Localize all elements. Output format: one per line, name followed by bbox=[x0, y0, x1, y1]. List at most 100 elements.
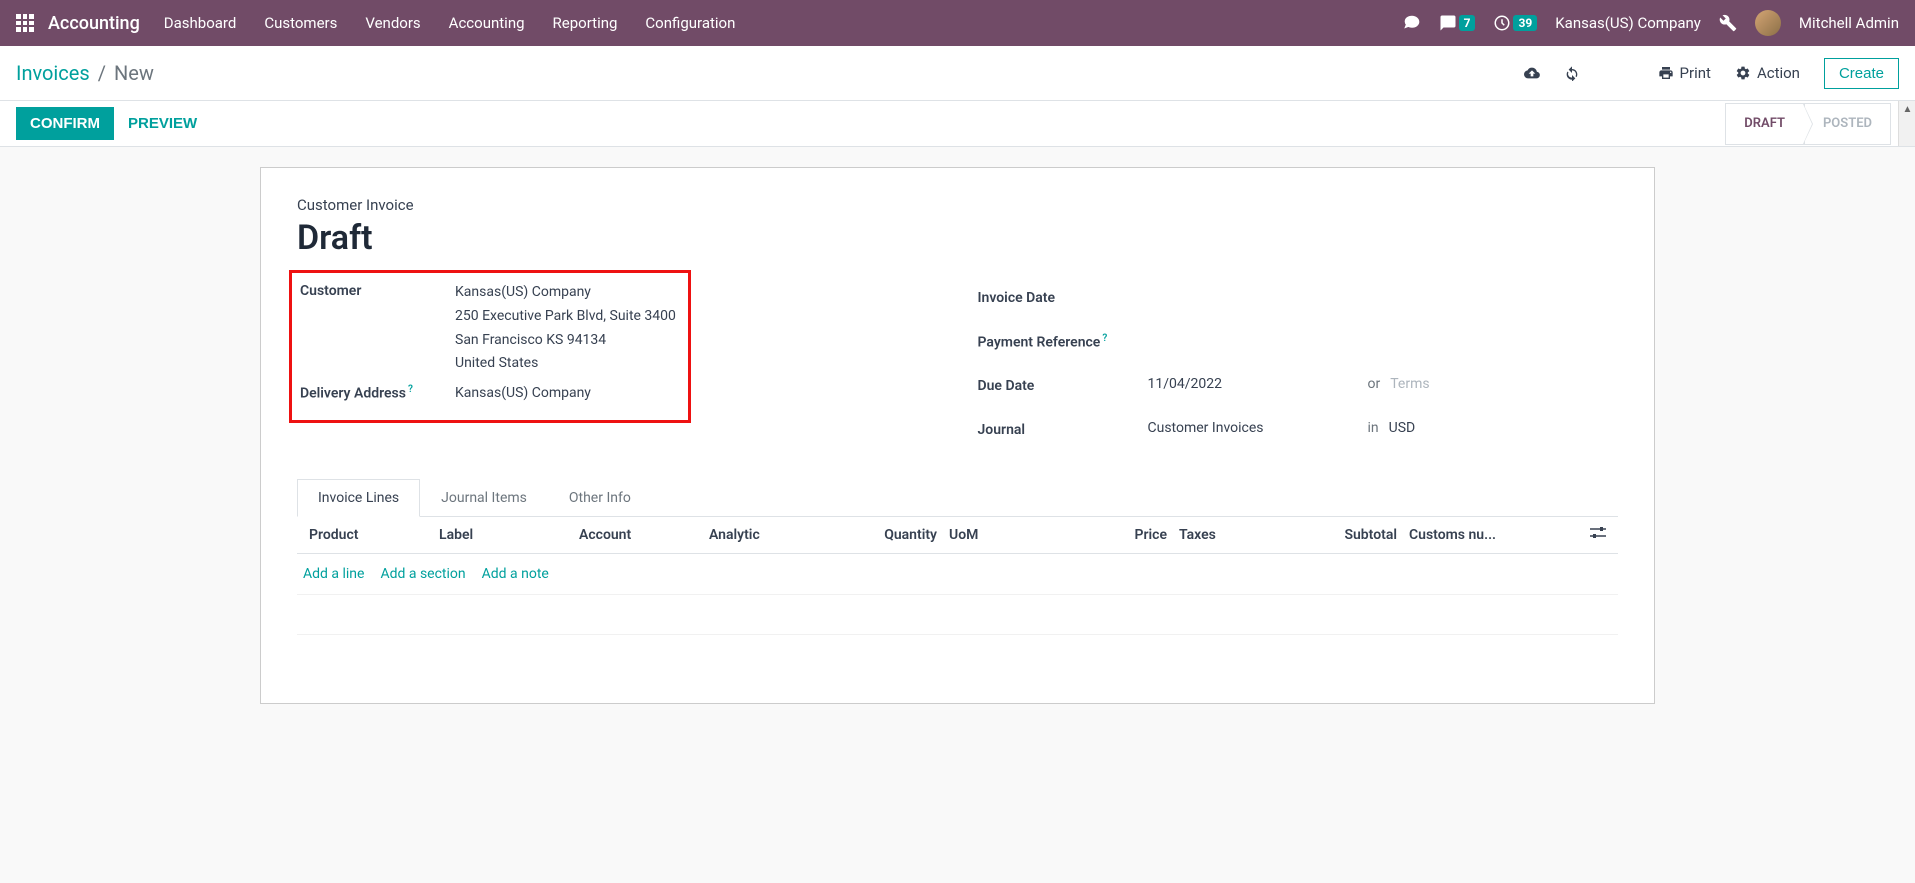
scrollbar[interactable]: ▲ bbox=[1898, 101, 1915, 146]
customer-value[interactable]: Kansas(US) Company 250 Executive Park Bl… bbox=[455, 281, 680, 376]
debug-icon[interactable] bbox=[1719, 14, 1737, 32]
tabs: Invoice Lines Journal Items Other Info bbox=[297, 478, 1618, 517]
col-uom[interactable]: UoM bbox=[943, 527, 1103, 543]
customer-addr1: 250 Executive Park Blvd, Suite 3400 bbox=[455, 305, 680, 329]
table-action-row: Add a line Add a section Add a note bbox=[297, 554, 1618, 595]
in-text: in bbox=[1368, 417, 1379, 441]
payment-ref-label: Payment Reference? bbox=[978, 331, 1148, 351]
top-navbar: Accounting Dashboard Customers Vendors A… bbox=[0, 0, 1915, 46]
tab-journal-items[interactable]: Journal Items bbox=[420, 479, 548, 517]
confirm-button[interactable]: CONFIRM bbox=[16, 107, 114, 140]
due-date-field: Due Date 11/04/2022 or Terms bbox=[978, 366, 1619, 404]
discard-button[interactable] bbox=[1564, 65, 1580, 81]
nav-item-dashboard[interactable]: Dashboard bbox=[164, 14, 237, 32]
scroll-up-icon[interactable]: ▲ bbox=[1899, 101, 1915, 118]
col-price[interactable]: Price bbox=[1103, 527, 1173, 543]
print-label: Print bbox=[1680, 64, 1711, 82]
col-account[interactable]: Account bbox=[573, 527, 703, 543]
currency-value[interactable]: USD bbox=[1389, 417, 1416, 441]
nav-right: 7 39 Kansas(US) Company Mitchell Admin bbox=[1403, 10, 1899, 36]
content-area: Customer Invoice Draft Customer Kansas(U… bbox=[0, 147, 1915, 704]
nav-item-configuration[interactable]: Configuration bbox=[645, 14, 735, 32]
breadcrumb-bar: Invoices / New Print Action Create bbox=[0, 46, 1915, 101]
tab-invoice-lines[interactable]: Invoice Lines bbox=[297, 479, 420, 517]
delivery-field: Delivery Address? Kansas(US) Company bbox=[300, 382, 680, 406]
help-icon[interactable]: ? bbox=[1102, 333, 1107, 344]
terms-input[interactable]: Terms bbox=[1390, 373, 1429, 397]
delivery-value[interactable]: Kansas(US) Company bbox=[455, 382, 680, 406]
action-button[interactable]: Action bbox=[1735, 64, 1800, 82]
col-subtotal[interactable]: Subtotal bbox=[1323, 527, 1403, 543]
table-empty-row bbox=[297, 595, 1618, 635]
due-date-value-wrap: 11/04/2022 or Terms bbox=[1148, 373, 1619, 397]
messages-badge[interactable]: 7 bbox=[1439, 14, 1476, 32]
activities-badge[interactable]: 39 bbox=[1493, 14, 1537, 32]
avatar[interactable] bbox=[1755, 10, 1781, 36]
nav-menu: Dashboard Customers Vendors Accounting R… bbox=[164, 14, 1403, 32]
optional-columns-toggle[interactable] bbox=[1582, 527, 1612, 543]
col-customs[interactable]: Customs nu... bbox=[1403, 527, 1513, 543]
table-empty-row bbox=[297, 635, 1618, 675]
control-panel-actions: Print Action Create bbox=[1524, 58, 1899, 89]
sliders-icon bbox=[1590, 527, 1606, 539]
col-analytic[interactable]: Analytic bbox=[703, 527, 863, 543]
col-quantity[interactable]: Quantity bbox=[863, 527, 943, 543]
or-text: or bbox=[1368, 373, 1381, 397]
brand-title[interactable]: Accounting bbox=[48, 13, 140, 34]
col-label[interactable]: Label bbox=[433, 527, 573, 543]
company-selector[interactable]: Kansas(US) Company bbox=[1555, 14, 1701, 32]
breadcrumb-parent[interactable]: Invoices bbox=[16, 61, 90, 85]
left-column: Customer Kansas(US) Company 250 Executiv… bbox=[297, 278, 938, 454]
apps-icon[interactable] bbox=[16, 14, 34, 32]
user-name[interactable]: Mitchell Admin bbox=[1799, 14, 1899, 32]
add-line-button[interactable]: Add a line bbox=[303, 566, 364, 582]
print-button[interactable]: Print bbox=[1658, 64, 1711, 82]
customer-addr3: United States bbox=[455, 352, 680, 376]
status-steps: DRAFT POSTED bbox=[1725, 103, 1915, 145]
sheet-title: Draft bbox=[297, 218, 1618, 258]
status-draft[interactable]: DRAFT bbox=[1725, 103, 1804, 145]
col-product[interactable]: Product bbox=[303, 527, 433, 543]
activities-count: 39 bbox=[1513, 15, 1537, 31]
help-icon[interactable]: ? bbox=[408, 384, 413, 395]
add-note-button[interactable]: Add a note bbox=[482, 566, 549, 582]
save-cloud-button[interactable] bbox=[1524, 65, 1540, 81]
journal-label: Journal bbox=[978, 420, 1148, 438]
col-taxes[interactable]: Taxes bbox=[1173, 527, 1323, 543]
invoice-lines-table: Product Label Account Analytic Quantity … bbox=[297, 517, 1618, 675]
journal-field: Journal Customer Invoices in USD bbox=[978, 410, 1619, 448]
customer-field: Customer Kansas(US) Company 250 Executiv… bbox=[300, 281, 680, 376]
highlight-annotation: Customer Kansas(US) Company 250 Executiv… bbox=[289, 270, 691, 423]
customer-label: Customer bbox=[300, 281, 455, 299]
table-header: Product Label Account Analytic Quantity … bbox=[297, 517, 1618, 554]
journal-value-wrap: Customer Invoices in USD bbox=[1148, 417, 1619, 441]
nav-item-reporting[interactable]: Reporting bbox=[553, 14, 618, 32]
tab-other-info[interactable]: Other Info bbox=[548, 479, 652, 517]
nav-item-customers[interactable]: Customers bbox=[264, 14, 337, 32]
action-label: Action bbox=[1757, 64, 1800, 82]
invoice-date-label: Invoice Date bbox=[978, 288, 1148, 306]
invoice-date-field: Invoice Date bbox=[978, 278, 1619, 316]
payment-ref-field: Payment Reference? bbox=[978, 322, 1619, 360]
add-section-button[interactable]: Add a section bbox=[380, 566, 465, 582]
nav-item-accounting[interactable]: Accounting bbox=[449, 14, 525, 32]
status-bar: CONFIRM PREVIEW DRAFT POSTED ▲ bbox=[0, 101, 1915, 147]
nav-item-vendors[interactable]: Vendors bbox=[365, 14, 420, 32]
messages-count: 7 bbox=[1459, 15, 1476, 31]
table-body: Add a line Add a section Add a note bbox=[297, 554, 1618, 675]
delivery-label: Delivery Address? bbox=[300, 382, 455, 402]
right-column: Invoice Date Payment Reference? Due Date… bbox=[978, 278, 1619, 454]
voip-icon[interactable] bbox=[1403, 14, 1421, 32]
form-sheet: Customer Invoice Draft Customer Kansas(U… bbox=[260, 167, 1655, 704]
customer-addr2: San Francisco KS 94134 bbox=[455, 329, 680, 353]
form-columns: Customer Kansas(US) Company 250 Executiv… bbox=[297, 278, 1618, 454]
due-date-value[interactable]: 11/04/2022 bbox=[1148, 373, 1358, 397]
sheet-label: Customer Invoice bbox=[297, 196, 1618, 214]
journal-value[interactable]: Customer Invoices bbox=[1148, 417, 1358, 441]
breadcrumb-sep: / bbox=[98, 61, 106, 85]
breadcrumb-current: New bbox=[114, 61, 154, 85]
customer-name: Kansas(US) Company bbox=[455, 281, 680, 305]
preview-button[interactable]: PREVIEW bbox=[114, 107, 211, 140]
status-posted[interactable]: POSTED bbox=[1804, 103, 1891, 145]
create-button[interactable]: Create bbox=[1824, 58, 1899, 89]
